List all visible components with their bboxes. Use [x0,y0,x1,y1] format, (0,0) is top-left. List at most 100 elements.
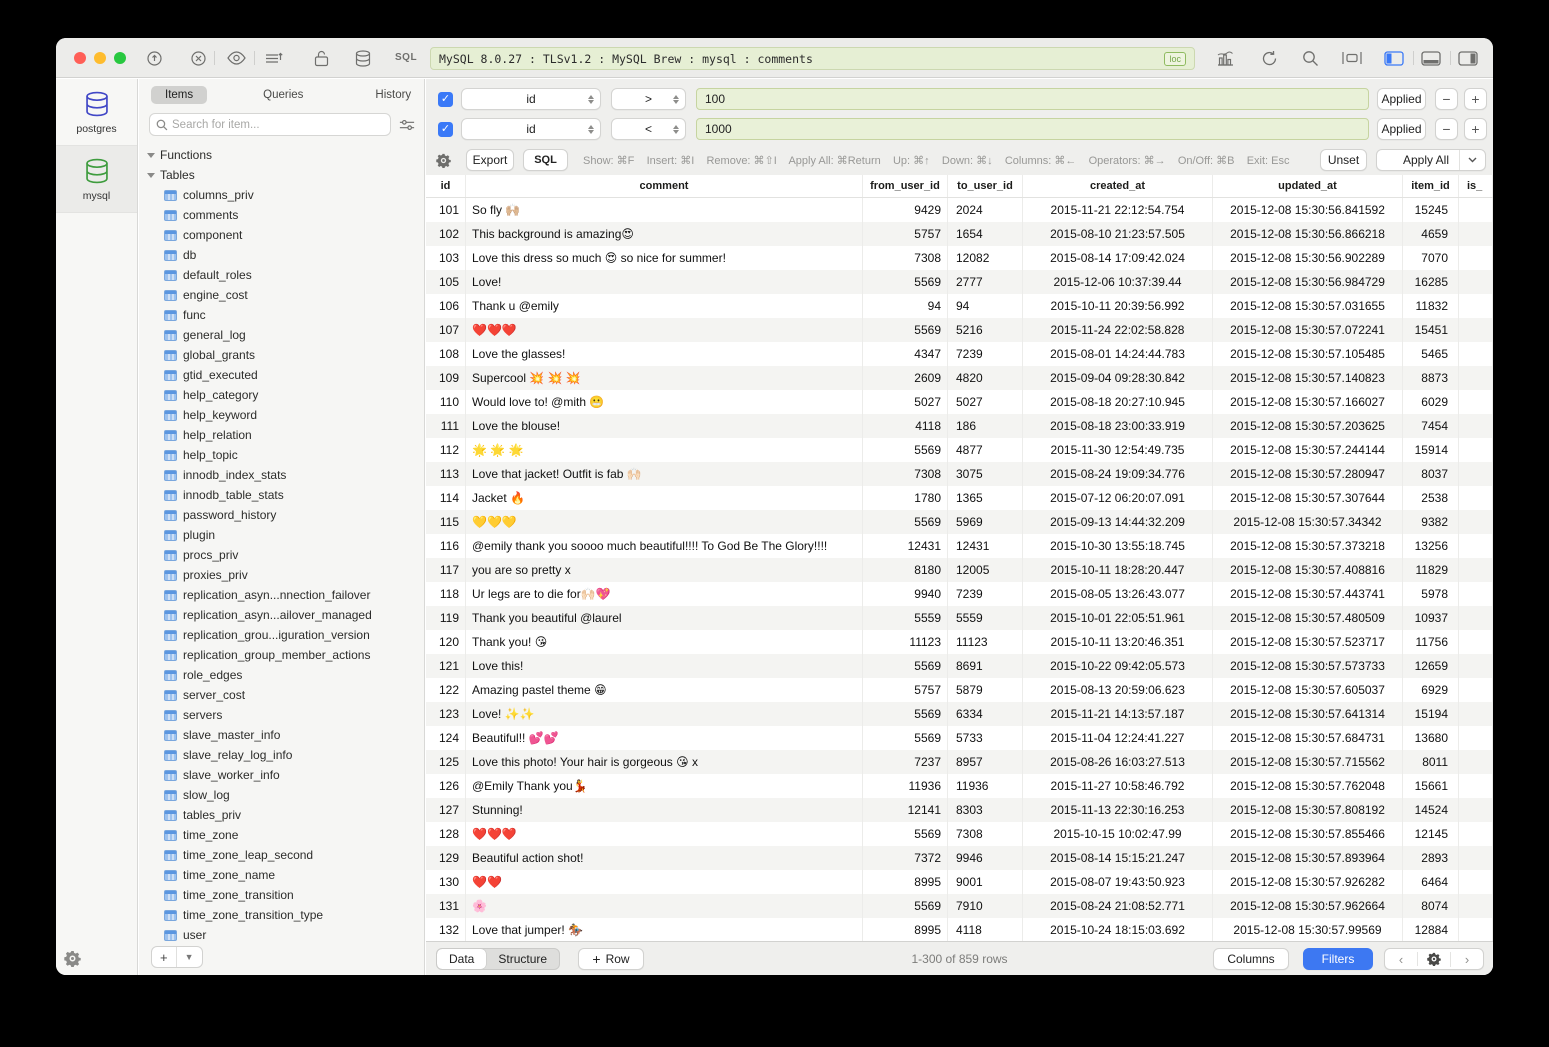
table-row[interactable]: 108Love the glasses!434772392015-08-01 1… [426,342,1493,366]
sidebar-table-item[interactable]: procs_priv [139,545,424,565]
tab-data[interactable]: Data [437,949,486,969]
table-row[interactable]: 128❤️❤️❤️556973082015-10-15 10:02:47.992… [426,822,1493,846]
table-row[interactable]: 109Supercool 💥 💥 💥260948202015-09-04 09:… [426,366,1493,390]
sidebar-table-item[interactable]: help_topic [139,445,424,465]
chevron-down-icon[interactable] [1459,150,1485,170]
sidebar-table-item[interactable]: time_zone_transition [139,885,424,905]
sidebar-table-item[interactable]: replication_asyn...ailover_managed [139,605,424,625]
column-header[interactable]: created_at [1023,175,1213,197]
tab-history[interactable]: History [361,86,425,104]
filter-settings-gear-icon[interactable] [436,153,451,168]
table-row[interactable]: 101So fly 🙌🏼942920242015-11-21 22:12:54.… [426,198,1493,222]
zoom-window-button[interactable] [114,52,126,64]
filter-operator-select[interactable]: < [611,118,686,140]
filter-applied-button[interactable]: Applied [1377,88,1426,110]
stats-chart-icon[interactable] [1214,47,1236,69]
page-settings-gear-icon[interactable] [1417,952,1450,966]
plus-icon[interactable]: + [152,947,176,967]
sidebar-table-item[interactable]: default_roles [139,265,424,285]
sidebar-table-item[interactable]: help_keyword [139,405,424,425]
sidebar-table-item[interactable]: slave_relay_log_info [139,745,424,765]
sidebar-table-item[interactable]: replication_grou...iguration_version [139,625,424,645]
table-row[interactable]: 129Beautiful action shot!737299462015-08… [426,846,1493,870]
sidebar-table-item[interactable]: columns_priv [139,185,424,205]
lock-icon[interactable] [310,47,332,69]
tab-items[interactable]: Items [151,86,207,104]
prev-page-icon[interactable]: ‹ [1385,952,1417,967]
sidebar-table-item[interactable]: replication_group_member_actions [139,645,424,665]
column-header[interactable]: to_user_id [948,175,1023,197]
sidebar-table-item[interactable]: tables_priv [139,805,424,825]
sidebar-table-item[interactable]: slave_worker_info [139,765,424,785]
sidebar-table-item[interactable]: func [139,305,424,325]
table-row[interactable]: 132Love that jumper! 🏇899541182015-10-24… [426,918,1493,941]
add-row-button[interactable]: + Row [578,948,644,970]
table-row[interactable]: 112🌟 🌟 🌟556948772015-11-30 12:54:49.7352… [426,438,1493,462]
sidebar-table-item[interactable]: help_relation [139,425,424,445]
add-item-button[interactable]: + ▼ [151,946,203,968]
toggle-right-panel-icon[interactable] [1457,47,1479,69]
filter-column-select[interactable]: id [461,88,601,110]
table-row[interactable]: 113Love that jacket! Outfit is fab 🙌🏻730… [426,462,1493,486]
columns-button[interactable]: Columns [1213,948,1289,970]
sidebar-table-item[interactable]: user [139,925,424,941]
table-row[interactable]: 124Beautiful!! 💕💕556957332015-11-04 12:2… [426,726,1493,750]
table-row[interactable]: 105Love!556927772015-12-06 10:37:39.4420… [426,270,1493,294]
table-row[interactable]: 123Love! ✨✨556963342015-11-21 14:13:57.1… [426,702,1493,726]
column-header[interactable]: comment [466,175,863,197]
minimize-window-button[interactable] [94,52,106,64]
table-row[interactable]: 114Jacket 🔥178013652015-07-12 06:20:07.0… [426,486,1493,510]
sidebar-table-item[interactable]: global_grants [139,345,424,365]
database-icon[interactable] [352,47,374,69]
table-row[interactable]: 127Stunning!1214183032015-11-13 22:30:16… [426,798,1493,822]
table-row[interactable]: 118Ur legs are to die for🙌🏻💖994072392015… [426,582,1493,606]
sidebar-table-item[interactable]: role_edges [139,665,424,685]
log-list-icon[interactable] [263,47,285,69]
preview-eye-icon[interactable] [225,47,247,69]
sidebar-table-item[interactable]: server_cost [139,685,424,705]
table-row[interactable]: 103Love this dress so much 😍 so nice for… [426,246,1493,270]
sidebar-table-item[interactable]: help_category [139,385,424,405]
table-row[interactable]: 117you are so pretty x8180120052015-10-1… [426,558,1493,582]
table-row[interactable]: 106Thank u @emily94942015-10-11 20:39:56… [426,294,1493,318]
connection-target-icon[interactable] [143,47,165,69]
search-toolbar-icon[interactable] [1299,47,1321,69]
section-tables[interactable]: Tables [139,165,424,185]
sql-button[interactable]: SQL [523,149,568,171]
sidebar-table-item[interactable]: component [139,225,424,245]
sidebar-table-item[interactable]: replication_asyn...nnection_failover [139,585,424,605]
table-row[interactable]: 130❤️❤️899590012015-08-07 19:43:50.92320… [426,870,1493,894]
table-row[interactable]: 116@emily thank you soooo much beautiful… [426,534,1493,558]
sql-toolbar-icon[interactable]: SQL [395,52,417,63]
table-row[interactable]: 102This background is amazing😍5757165420… [426,222,1493,246]
tab-structure[interactable]: Structure [486,949,559,969]
sidebar-table-item[interactable]: innodb_table_stats [139,485,424,505]
sidebar-table-item[interactable]: slave_master_info [139,725,424,745]
sidebar-table-item[interactable]: db [139,245,424,265]
column-header[interactable]: item_id [1403,175,1459,197]
filters-button[interactable]: Filters [1303,948,1373,970]
toggle-left-panel-icon[interactable] [1383,47,1405,69]
table-row[interactable]: 107❤️❤️❤️556952162015-11-24 22:02:58.828… [426,318,1493,342]
table-row[interactable]: 119Thank you beautiful @laurel5559555920… [426,606,1493,630]
toggle-bottom-panel-icon[interactable] [1420,47,1442,69]
sidebar-table-item[interactable]: password_history [139,505,424,525]
column-header[interactable]: is_ [1459,175,1493,197]
filter-value-input[interactable]: 1000 [696,118,1369,140]
fit-width-icon[interactable] [1341,47,1363,69]
sidebar-table-item[interactable]: time_zone_leap_second [139,845,424,865]
apply-all-button[interactable]: Apply All [1376,149,1486,171]
disconnect-icon[interactable] [187,47,209,69]
sidebar-table-item[interactable]: slow_log [139,785,424,805]
tab-queries[interactable]: Queries [249,86,317,104]
chevron-down-icon[interactable]: ▼ [176,947,202,967]
table-row[interactable]: 126@Emily Thank you💃11936119362015-11-27… [426,774,1493,798]
refresh-icon[interactable] [1258,47,1280,69]
filter-applied-button[interactable]: Applied [1377,118,1426,140]
filter-operator-select[interactable]: > [611,88,686,110]
sidebar-table-item[interactable]: engine_cost [139,285,424,305]
sidebar-table-item[interactable]: plugin [139,525,424,545]
search-input[interactable]: Search for item... [149,113,391,136]
table-row[interactable]: 120Thank you! 😘11123111232015-10-11 13:2… [426,630,1493,654]
section-functions[interactable]: Functions [139,145,424,165]
